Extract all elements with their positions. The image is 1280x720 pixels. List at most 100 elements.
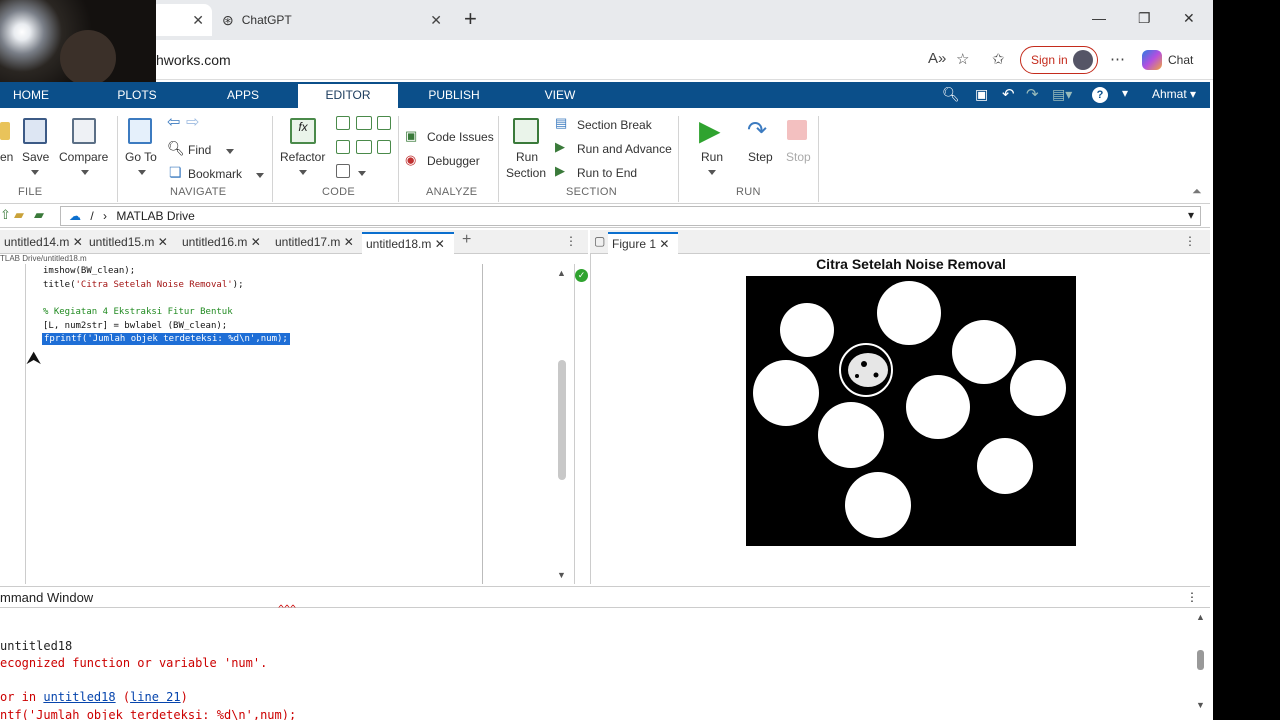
person-silhouette [60,30,116,86]
open-icon[interactable] [0,122,10,140]
run-to-end-button[interactable]: Run to End [577,166,637,180]
browse-folder-icon[interactable]: ▰ [14,207,24,223]
editor-menu-icon[interactable]: ⋮ [565,234,577,248]
run-button[interactable]: Run [701,150,723,164]
figure-tab[interactable]: Figure 1 ✕ [608,232,678,254]
forward-arrow-icon[interactable]: ⇨ [186,112,199,132]
favorites-list-icon[interactable]: ✩ [992,50,1005,68]
path-folder[interactable]: MATLAB Drive [116,209,194,223]
close-tab-icon[interactable]: ✕ [158,235,168,249]
editor-tab-untitled15[interactable]: untitled15.m ✕ [85,232,177,254]
redo-icon[interactable]: ↷ [1026,85,1039,103]
new-editor-tab-icon[interactable]: + [462,231,471,249]
undo-icon[interactable]: ↶ [1002,85,1015,103]
close-tab-icon[interactable]: ✕ [430,12,442,29]
cmd-scroll-down-icon[interactable]: ▼ [1196,700,1205,710]
debugger-button[interactable]: Debugger [427,154,480,168]
comment-icon[interactable] [336,116,350,130]
refactor-button[interactable]: Refactor [280,150,325,164]
figure-menu-icon[interactable]: ⋮ [1184,234,1196,248]
collapse-toolstrip-icon[interactable]: ⏶ [1192,184,1202,199]
path-field[interactable]: ☁ / › MATLAB Drive ▾ [60,206,1201,226]
window-layout-icon[interactable]: ▤▾ [1052,86,1072,103]
open-button-label[interactable]: en [0,150,13,164]
notifications-icon[interactable]: ▾ [1122,86,1128,100]
close-tab-icon[interactable]: ✕ [344,235,354,249]
search-folder-icon[interactable]: ▰ [34,207,44,223]
close-window-icon[interactable]: ✕ [1183,10,1195,27]
uncomment-icon[interactable] [336,140,350,154]
editor-tab-untitled16[interactable]: untitled16.m ✕ [178,232,270,254]
tab-home[interactable]: HOME [0,82,62,108]
close-tab-icon[interactable]: ✕ [73,235,83,249]
search-icon[interactable]: 🔍︎ [942,86,960,103]
save-icon[interactable] [23,118,47,144]
save-button[interactable]: Save [22,150,49,164]
cmd-scrollbar[interactable] [1197,650,1204,670]
run-section-button-line1[interactable]: Run [516,150,538,164]
close-tab-icon[interactable]: ✕ [192,12,204,29]
new-tab-icon[interactable]: + [464,6,477,32]
sign-in-button[interactable]: Sign in [1020,46,1098,74]
step-icon[interactable]: ↷ [747,116,767,145]
code-issues-button[interactable]: Code Issues [427,130,494,144]
tab-publish[interactable]: PUBLISH [420,82,488,108]
save-quick-icon[interactable]: ▣ [975,86,988,103]
compare-icon[interactable] [72,118,96,144]
go-to-icon[interactable] [128,118,152,144]
copilot-chat-button[interactable]: Chat [1142,50,1193,70]
folder-up-icon[interactable]: ⇧ [0,207,11,223]
increase-indent-icon[interactable] [356,140,372,154]
read-aloud-icon[interactable]: A» [928,50,946,67]
run-section-icon[interactable] [513,118,539,144]
wrap-icon[interactable] [377,116,391,130]
editor-tab-untitled18[interactable]: untitled18.m ✕ [362,232,454,254]
editor-tab-untitled17[interactable]: untitled17.m ✕ [271,232,361,254]
command-window[interactable]: ^^^ untitled18 ecognized function or var… [0,604,1210,720]
path-dropdown-icon[interactable]: ▾ [1188,208,1194,222]
error-file-link[interactable]: untitled18 [43,690,115,704]
url-field[interactable]: hworks.com [156,52,231,68]
find-button[interactable]: Find [188,143,211,157]
editor-scrollbar[interactable] [558,360,566,480]
step-button[interactable]: Step [748,150,773,164]
code-analyzer-ok-icon[interactable]: ✓ [575,269,588,282]
close-tab-icon[interactable]: ✕ [251,235,261,249]
back-arrow-icon[interactable]: ⇦ [167,112,180,132]
compare-button[interactable]: Compare [59,150,108,164]
close-tab-icon[interactable]: ✕ [659,237,669,251]
run-icon[interactable]: ▶ [699,114,721,147]
code-editor[interactable]: imshow(BW_clean); title('Citra Setelah N… [0,264,575,584]
error-line-link[interactable]: line 21 [130,690,181,704]
go-to-button[interactable]: Go To [125,150,157,164]
function-icon[interactable] [336,164,350,178]
decrease-indent-icon[interactable] [377,140,391,154]
tab-plots[interactable]: PLOTS [106,82,168,108]
stop-button[interactable]: Stop [786,150,811,164]
refactor-icon[interactable]: fx [290,118,316,144]
command-window-menu-icon[interactable]: ⋮ [1186,590,1198,604]
section-break-button[interactable]: Section Break [577,118,652,132]
restore-icon[interactable]: ❐ [1138,10,1151,27]
stop-icon[interactable] [787,120,807,140]
scroll-down-icon[interactable]: ▼ [557,570,566,580]
editor-tab-untitled14[interactable]: untitled14.m ✕ [0,232,85,254]
run-section-button-line2[interactable]: Section [506,166,546,180]
run-and-advance-button[interactable]: Run and Advance [577,142,672,156]
indent-icon[interactable] [356,116,372,130]
cmd-scroll-up-icon[interactable]: ▲ [1196,612,1205,622]
browser-tab-chatgpt[interactable]: ⊛ ChatGPT ✕ [216,4,450,36]
help-icon[interactable]: ? [1092,87,1108,103]
error-carets: ^^^ [278,604,297,615]
scroll-up-icon[interactable]: ▲ [557,268,566,278]
tab-apps[interactable]: APPS [212,82,274,108]
close-tab-icon[interactable]: ✕ [435,237,445,251]
user-menu[interactable]: Ahmat ▾ [1152,87,1196,101]
minimize-icon[interactable]: — [1092,10,1106,26]
tab-editor[interactable]: EDITOR [298,84,398,108]
favorite-icon[interactable]: ☆ [956,50,969,68]
bookmark-button[interactable]: Bookmark [188,167,242,181]
browser-tab-matlab[interactable]: ✕ [150,4,212,36]
tab-view[interactable]: VIEW [530,82,590,108]
more-icon[interactable]: ⋯ [1110,50,1125,68]
